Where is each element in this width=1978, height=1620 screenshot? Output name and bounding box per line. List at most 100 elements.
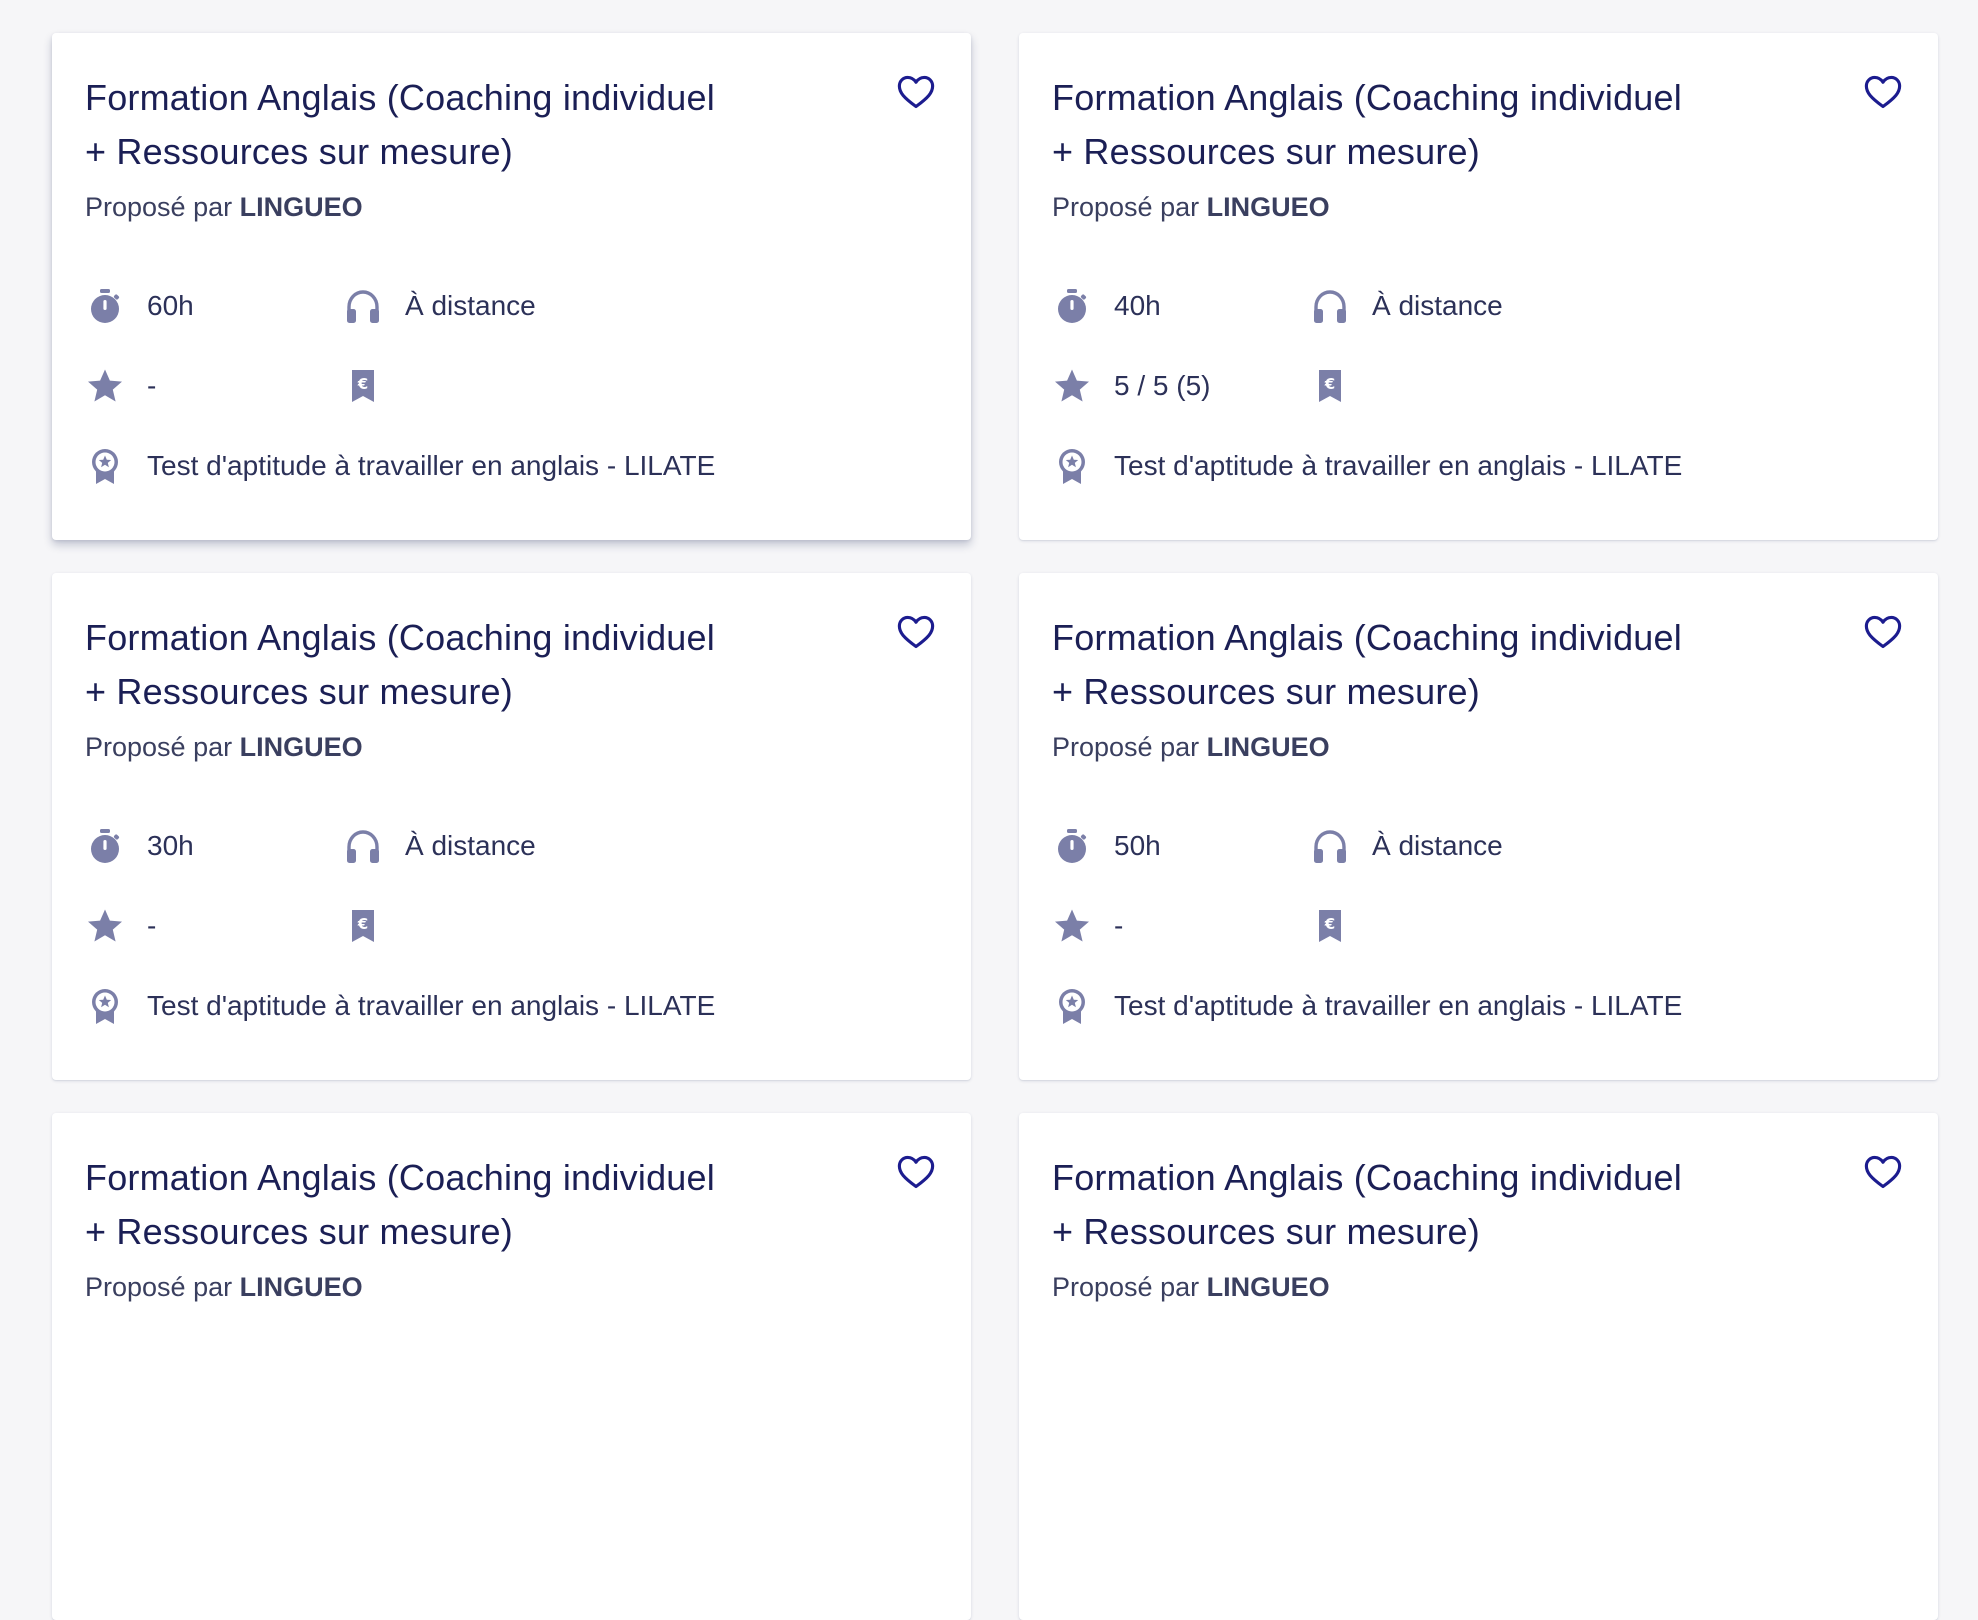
certification: Test d'aptitude à travailler en anglais …: [85, 426, 937, 506]
delivery-mode-value: À distance: [1372, 830, 1503, 861]
certification-value: Test d'aptitude à travailler en anglais …: [147, 450, 716, 481]
provider-name: LINGUEO: [239, 1272, 363, 1302]
training-title-line1: Formation Anglais (Coaching individuel: [85, 1157, 715, 1198]
favorite-button[interactable]: [895, 71, 937, 113]
training-title-line2: + Ressources sur mesure): [85, 671, 513, 712]
star-icon: [85, 366, 125, 406]
training-card[interactable]: Formation Anglais (Coaching individuel +…: [52, 1113, 971, 1620]
provider-prefix: Proposé par: [85, 192, 233, 222]
favorite-button[interactable]: [1862, 71, 1904, 113]
favorite-button[interactable]: [895, 611, 937, 653]
delivery-mode: À distance: [343, 266, 937, 346]
rating-value: 5 / 5 (5): [1114, 370, 1211, 401]
certificate-ribbon-icon: [85, 986, 125, 1026]
training-title-line1: Formation Anglais (Coaching individuel: [85, 77, 715, 118]
provider-name: LINGUEO: [1206, 1272, 1330, 1302]
price: €: [343, 886, 937, 966]
training-title-line1: Formation Anglais (Coaching individuel: [1052, 77, 1682, 118]
favorite-button[interactable]: [1862, 1151, 1904, 1193]
euro-tag-icon: €: [343, 366, 383, 406]
heart-icon: [897, 615, 935, 649]
euro-tag-icon: €: [1310, 906, 1350, 946]
rating: -: [85, 886, 343, 966]
duration: 50h: [1052, 806, 1310, 886]
training-title-line1: Formation Anglais (Coaching individuel: [85, 617, 715, 658]
delivery-mode-value: À distance: [1372, 290, 1503, 321]
training-details: 60h À distance - € Test d'aptitude à tra…: [85, 266, 937, 506]
rating-value: -: [1114, 910, 1124, 941]
training-title-line2: + Ressources sur mesure): [1052, 1211, 1480, 1252]
stopwatch-icon: [85, 286, 125, 326]
training-title-line2: + Ressources sur mesure): [1052, 671, 1480, 712]
duration-value: 30h: [147, 830, 194, 861]
price: €: [1310, 346, 1904, 426]
svg-text:€: €: [357, 915, 368, 933]
provider-name: LINGUEO: [1206, 732, 1330, 762]
stopwatch-icon: [1052, 826, 1092, 866]
provider-line: Proposé par LINGUEO: [1052, 1267, 1904, 1307]
provider-prefix: Proposé par: [85, 732, 233, 762]
favorite-button[interactable]: [1862, 611, 1904, 653]
headphones-icon: [1310, 826, 1350, 866]
delivery-mode-value: À distance: [405, 290, 536, 321]
rating: 5 / 5 (5): [1052, 346, 1310, 426]
certification-value: Test d'aptitude à travailler en anglais …: [1114, 450, 1683, 481]
provider-name: LINGUEO: [1206, 192, 1330, 222]
price: €: [1310, 886, 1904, 966]
certification: Test d'aptitude à travailler en anglais …: [85, 966, 937, 1046]
training-card[interactable]: Formation Anglais (Coaching individuel +…: [1019, 573, 1938, 1080]
training-title[interactable]: Formation Anglais (Coaching individuel +…: [1052, 611, 1782, 719]
price: €: [343, 346, 937, 426]
rating: -: [1052, 886, 1310, 966]
certificate-ribbon-icon: [85, 446, 125, 486]
provider-line: Proposé par LINGUEO: [1052, 727, 1904, 767]
delivery-mode: À distance: [1310, 266, 1904, 346]
certificate-ribbon-icon: [1052, 446, 1092, 486]
stopwatch-icon: [85, 826, 125, 866]
training-title[interactable]: Formation Anglais (Coaching individuel +…: [1052, 1151, 1782, 1259]
provider-line: Proposé par LINGUEO: [1052, 187, 1904, 227]
provider-name: LINGUEO: [239, 732, 363, 762]
svg-text:€: €: [1324, 915, 1335, 933]
training-details: 50h À distance - € Test d'aptitude à tra…: [1052, 806, 1904, 1046]
training-title-line1: Formation Anglais (Coaching individuel: [1052, 617, 1682, 658]
training-title-line1: Formation Anglais (Coaching individuel: [1052, 1157, 1682, 1198]
duration-value: 40h: [1114, 290, 1161, 321]
training-card[interactable]: Formation Anglais (Coaching individuel +…: [1019, 1113, 1938, 1620]
euro-tag-icon: €: [1310, 366, 1350, 406]
provider-prefix: Proposé par: [1052, 192, 1200, 222]
rating: -: [85, 346, 343, 426]
training-title[interactable]: Formation Anglais (Coaching individuel +…: [85, 611, 815, 719]
star-icon: [85, 906, 125, 946]
provider-line: Proposé par LINGUEO: [85, 1267, 937, 1307]
certification-value: Test d'aptitude à travailler en anglais …: [147, 990, 716, 1021]
training-title[interactable]: Formation Anglais (Coaching individuel +…: [1052, 71, 1782, 179]
provider-line: Proposé par LINGUEO: [85, 187, 937, 227]
provider-line: Proposé par LINGUEO: [85, 727, 937, 767]
training-card[interactable]: Formation Anglais (Coaching individuel +…: [52, 33, 971, 540]
delivery-mode: À distance: [1310, 806, 1904, 886]
training-title-line2: + Ressources sur mesure): [85, 1211, 513, 1252]
headphones-icon: [343, 826, 383, 866]
provider-name: LINGUEO: [239, 192, 363, 222]
duration: 60h: [85, 266, 343, 346]
duration: 30h: [85, 806, 343, 886]
certification-value: Test d'aptitude à travailler en anglais …: [1114, 990, 1683, 1021]
provider-prefix: Proposé par: [1052, 732, 1200, 762]
heart-icon: [897, 1155, 935, 1189]
heart-icon: [1864, 615, 1902, 649]
favorite-button[interactable]: [895, 1151, 937, 1193]
provider-prefix: Proposé par: [1052, 1272, 1200, 1302]
training-title-line2: + Ressources sur mesure): [85, 131, 513, 172]
svg-text:€: €: [357, 375, 368, 393]
certification: Test d'aptitude à travailler en anglais …: [1052, 426, 1904, 506]
training-card[interactable]: Formation Anglais (Coaching individuel +…: [52, 573, 971, 1080]
delivery-mode: À distance: [343, 806, 937, 886]
training-title[interactable]: Formation Anglais (Coaching individuel +…: [85, 1151, 815, 1259]
star-icon: [1052, 906, 1092, 946]
duration-value: 50h: [1114, 830, 1161, 861]
certification: Test d'aptitude à travailler en anglais …: [1052, 966, 1904, 1046]
training-details: 40h À distance 5 / 5 (5) € Test d'aptitu…: [1052, 266, 1904, 506]
training-title[interactable]: Formation Anglais (Coaching individuel +…: [85, 71, 815, 179]
training-card[interactable]: Formation Anglais (Coaching individuel +…: [1019, 33, 1938, 540]
